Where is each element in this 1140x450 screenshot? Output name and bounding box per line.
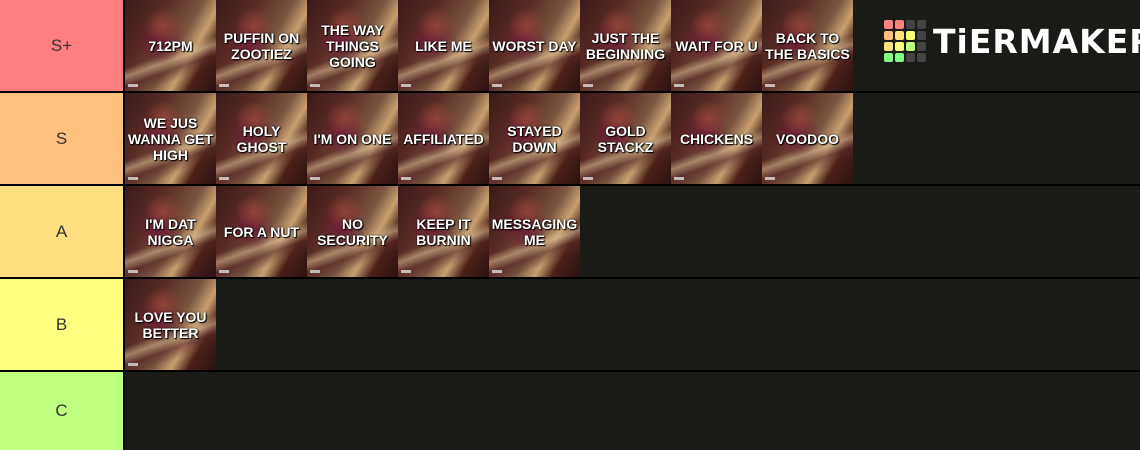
watermark-icon (219, 270, 229, 273)
tier-item-caption: LOVE YOU BETTER (134, 308, 207, 341)
logo-grid-cell (917, 53, 926, 62)
watermark-icon (674, 84, 684, 87)
logo-grid-cell (906, 31, 915, 40)
logo-grid-icon (884, 20, 926, 62)
tier-item-tile[interactable]: STAYED DOWN (489, 93, 580, 184)
tier-item-tile[interactable]: PUFFIN ON ZOOTIEZ (216, 0, 307, 91)
watermark-icon (219, 177, 229, 180)
watermark-icon (401, 177, 411, 180)
tier-label[interactable]: A (0, 186, 125, 277)
watermark-icon (310, 84, 320, 87)
tier-label[interactable]: B (0, 279, 125, 370)
tier-label[interactable]: S+ (0, 0, 125, 91)
tier-item-tile[interactable]: JUST THE BEGINNING (580, 0, 671, 91)
tier-row: S WE JUS WANNA GET HIGH HOLY GHOST I'M ON O… (0, 93, 1140, 186)
tier-item-caption: STAYED DOWN (507, 122, 562, 155)
tier-item-caption: AFFILIATED (403, 130, 484, 147)
tier-item-tile[interactable]: HOLY GHOST (216, 93, 307, 184)
logo-grid-cell (906, 42, 915, 51)
logo-grid-cell (884, 20, 893, 29)
tier-item-caption: WORST DAY (492, 37, 577, 54)
logo-grid-cell (917, 20, 926, 29)
tier-item-tile[interactable]: LOVE YOU BETTER (125, 279, 216, 370)
tier-item-caption: I'M DAT NIGGA (145, 215, 196, 248)
tier-item-tile[interactable]: I'M DAT NIGGA (125, 186, 216, 277)
logo-grid-cell (917, 31, 926, 40)
tier-list: S+ 712PM PUFFIN ON ZOOTIEZ THE WAY THINGS G… (0, 0, 1140, 450)
logo-grid-cell (895, 42, 904, 51)
logo-grid-cell (895, 53, 904, 62)
tier-item-tile[interactable]: WAIT FOR U (671, 0, 762, 91)
tier-item-tile[interactable]: GOLD STACKZ (580, 93, 671, 184)
logo-grid-cell (884, 53, 893, 62)
tier-item-caption: WE JUS WANNA GET HIGH (127, 114, 214, 163)
tier-items[interactable]: I'M DAT NIGGA FOR A NUT NO SECURITY KEEP IT… (125, 186, 1140, 277)
watermark-icon (492, 177, 502, 180)
watermark-icon (765, 177, 775, 180)
tier-label[interactable]: C (0, 372, 125, 450)
watermark-icon (401, 270, 411, 273)
logo-grid-cell (917, 42, 926, 51)
watermark-icon (492, 270, 502, 273)
tier-item-caption: HOLY GHOST (236, 122, 287, 155)
watermark-icon (583, 84, 593, 87)
watermark-icon (492, 84, 502, 87)
tier-item-tile[interactable]: KEEP IT BURNIN (398, 186, 489, 277)
tier-item-tile[interactable]: FOR A NUT (216, 186, 307, 277)
tier-item-caption: KEEP IT BURNIN (416, 215, 471, 248)
tier-row: C (0, 372, 1140, 450)
tier-item-tile[interactable]: 712PM (125, 0, 216, 91)
tier-item-caption: VOODOO (775, 130, 839, 147)
logo-text: TiERMAKER (933, 21, 1140, 61)
logo-grid-cell (906, 53, 915, 62)
logo-grid-cell (884, 42, 893, 51)
watermark-icon (128, 177, 138, 180)
tier-item-caption: FOR A NUT (223, 223, 300, 240)
tier-items[interactable]: LOVE YOU BETTER (125, 279, 1140, 370)
watermark-icon (674, 177, 684, 180)
watermark-icon (128, 270, 138, 273)
watermark-icon (128, 84, 138, 87)
tier-item-tile[interactable]: MESSAGING ME (489, 186, 580, 277)
watermark-icon (310, 177, 320, 180)
tier-item-caption: JUST THE BEGINNING (585, 29, 666, 62)
tiermaker-logo[interactable]: TiERMAKER (884, 20, 1140, 62)
tier-item-tile[interactable]: AFFILIATED (398, 93, 489, 184)
tier-item-caption: GOLD STACKZ (597, 122, 654, 155)
tier-item-caption: CHICKENS (679, 130, 754, 147)
tier-item-caption: I'M ON ONE (313, 130, 392, 147)
tier-row: A I'M DAT NIGGA FOR A NUT NO SECURITY KEEP I… (0, 186, 1140, 279)
logo-grid-cell (895, 20, 904, 29)
tier-item-tile[interactable]: I'M ON ONE (307, 93, 398, 184)
tier-item-tile[interactable]: VOODOO (762, 93, 853, 184)
tier-item-caption: PUFFIN ON ZOOTIEZ (223, 29, 300, 62)
tier-item-tile[interactable]: NO SECURITY (307, 186, 398, 277)
tier-item-caption: MESSAGING ME (491, 215, 578, 248)
tier-item-tile[interactable]: BACK TO THE BASICS (762, 0, 853, 91)
tier-item-caption: THE WAY THINGS GOING (321, 21, 384, 70)
watermark-icon (310, 270, 320, 273)
watermark-icon (765, 84, 775, 87)
tier-item-tile[interactable]: CHICKENS (671, 93, 762, 184)
watermark-icon (219, 84, 229, 87)
tier-item-caption: BACK TO THE BASICS (765, 29, 850, 62)
tier-items[interactable]: WE JUS WANNA GET HIGH HOLY GHOST I'M ON ON… (125, 93, 1140, 184)
watermark-icon (583, 177, 593, 180)
watermark-icon (401, 84, 411, 87)
tier-item-tile[interactable]: THE WAY THINGS GOING (307, 0, 398, 91)
tier-item-tile[interactable]: WORST DAY (489, 0, 580, 91)
tier-item-caption: WAIT FOR U (675, 37, 758, 54)
logo-grid-cell (906, 20, 915, 29)
tier-item-caption: 712PM (148, 37, 193, 54)
tier-row: B LOVE YOU BETTER (0, 279, 1140, 372)
tier-item-caption: NO SECURITY (317, 215, 388, 248)
tier-items[interactable] (125, 372, 1140, 450)
tier-label[interactable]: S (0, 93, 125, 184)
tier-item-tile[interactable]: LIKE ME (398, 0, 489, 91)
tier-item-caption: LIKE ME (415, 37, 472, 54)
tier-item-tile[interactable]: WE JUS WANNA GET HIGH (125, 93, 216, 184)
logo-grid-cell (895, 31, 904, 40)
logo-grid-cell (884, 31, 893, 40)
watermark-icon (128, 363, 138, 366)
